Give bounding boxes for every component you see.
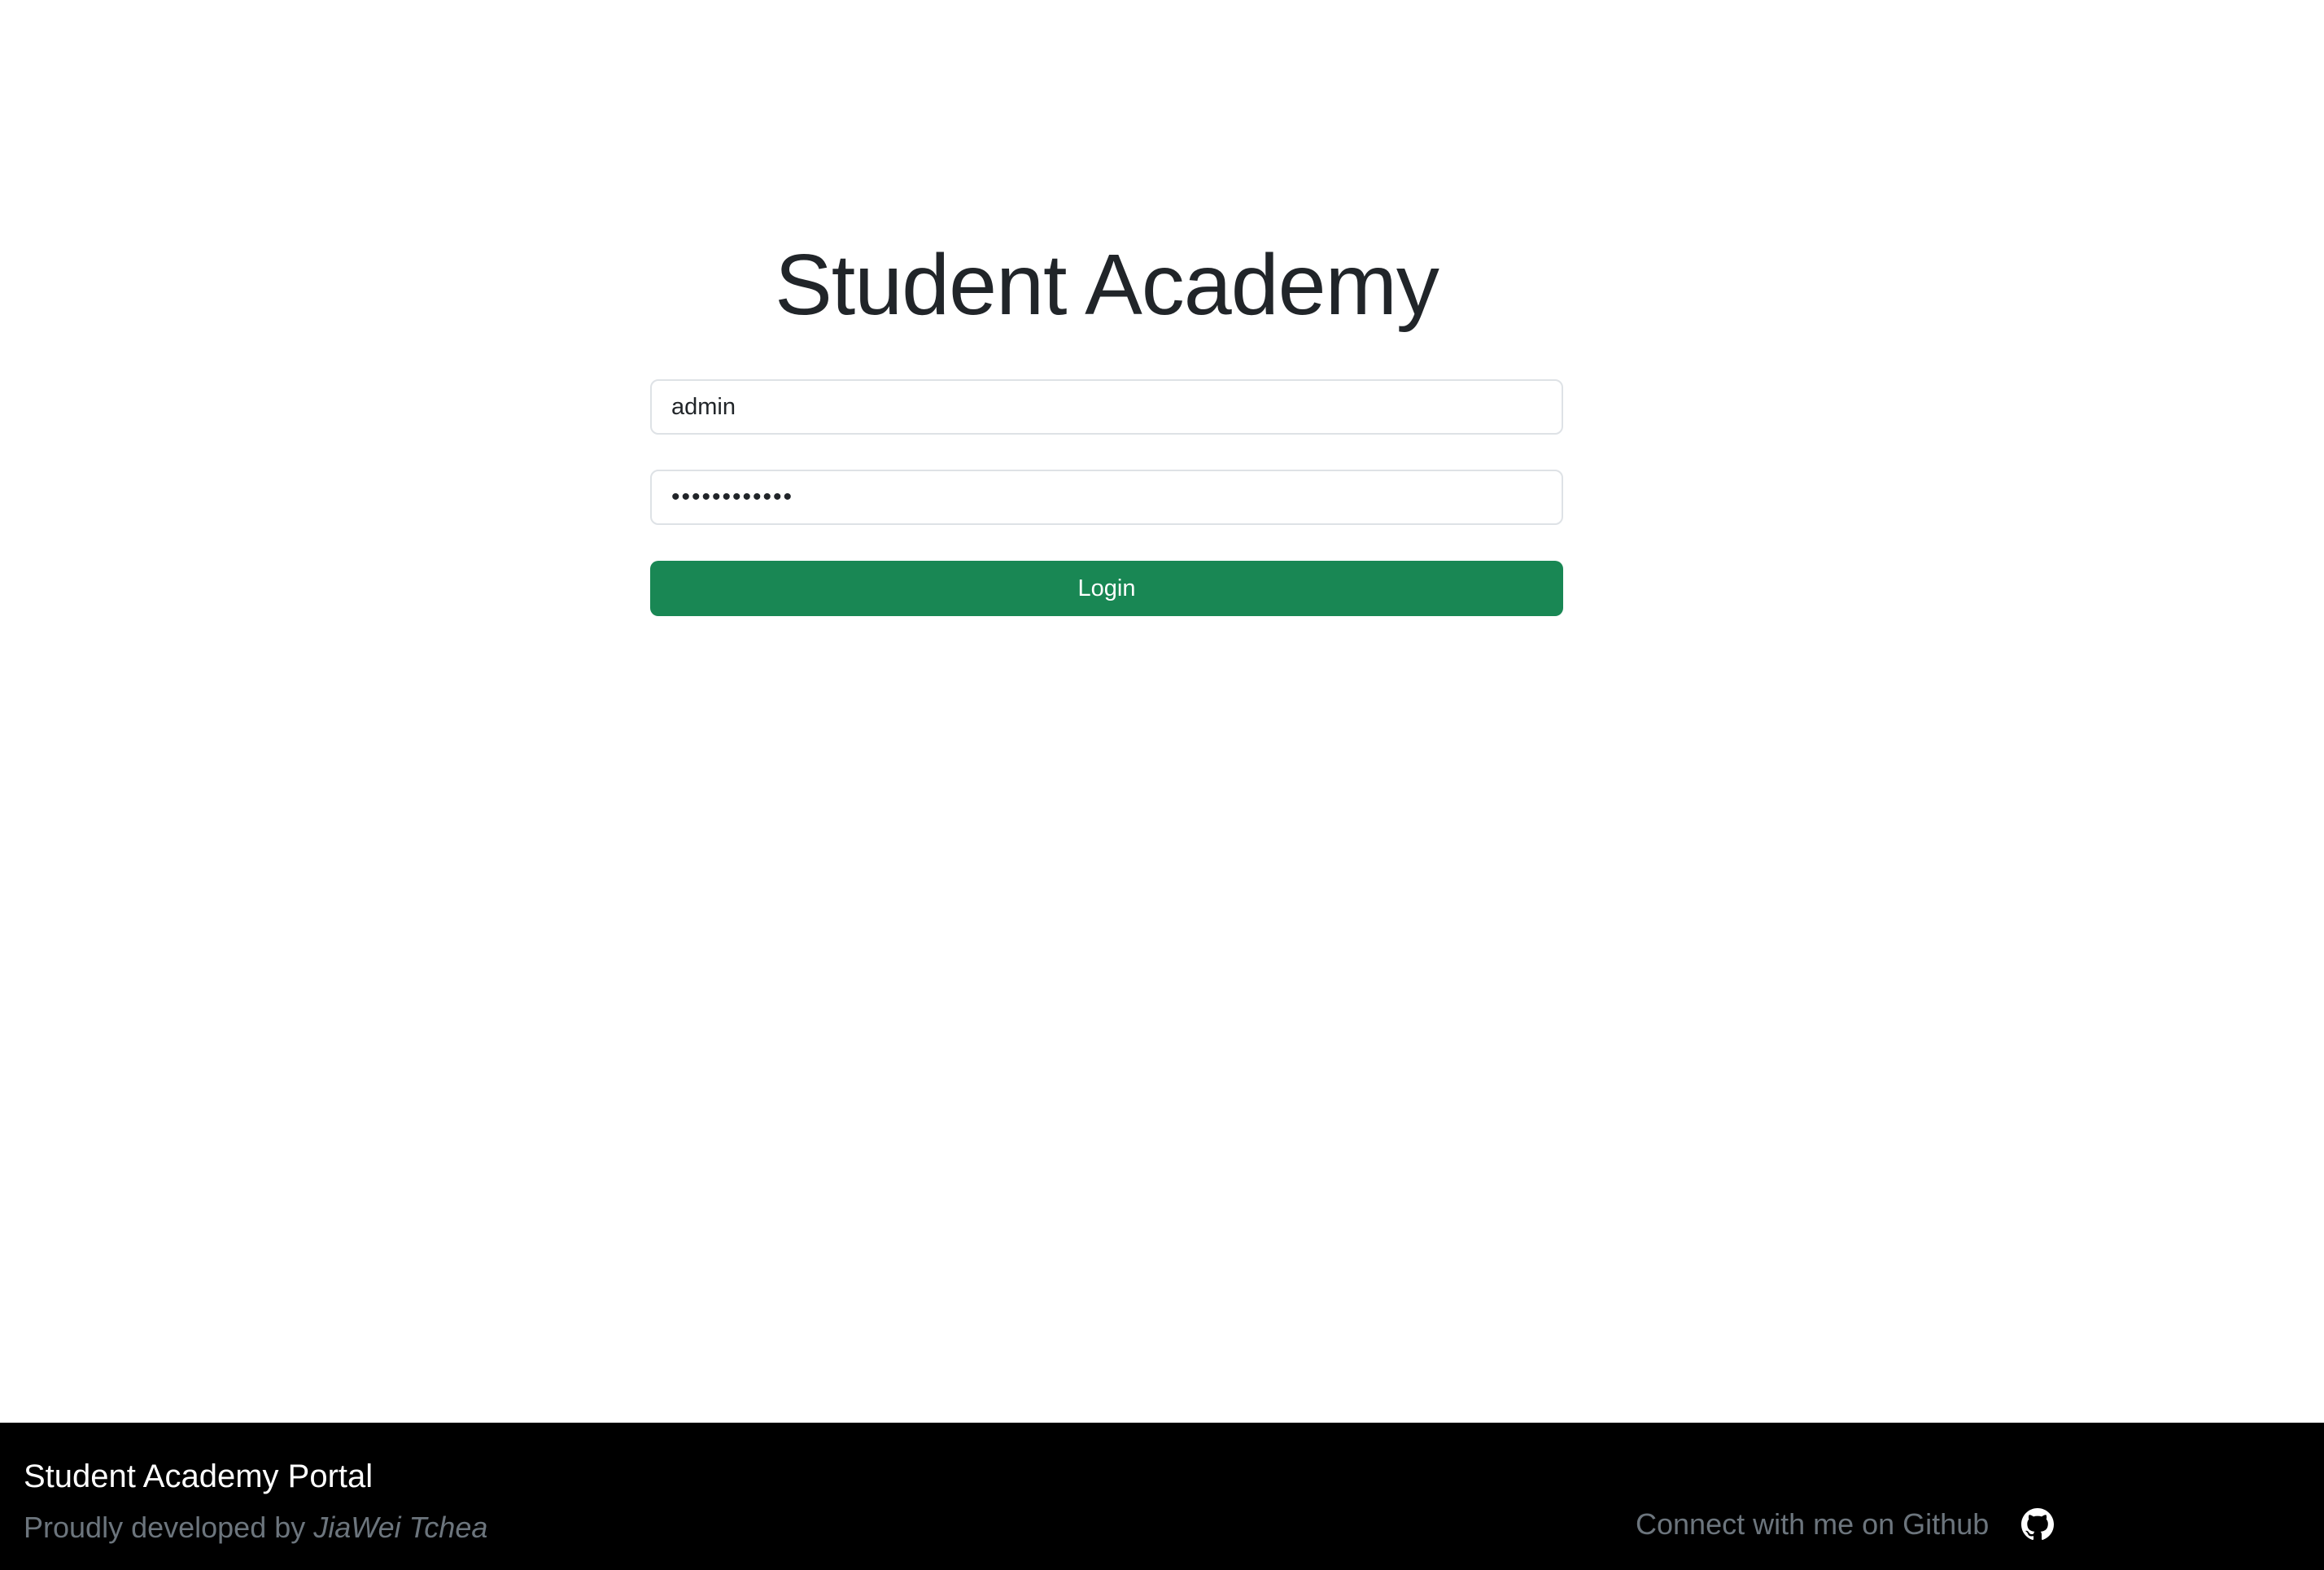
github-link[interactable]: Connect with me on Github: [1636, 1507, 1989, 1542]
footer-credit: Proudly developed by JiaWei Tchea: [24, 1511, 487, 1545]
page-title: Student Academy: [775, 237, 1439, 333]
credit-author: JiaWei Tchea: [313, 1511, 488, 1544]
page: Student Academy Login Student Academy Po…: [0, 0, 2324, 1570]
footer-title: Student Academy Portal: [24, 1458, 374, 1494]
login-button[interactable]: Login: [650, 561, 1563, 616]
footer: Student Academy Portal Proudly developed…: [0, 1423, 2324, 1570]
password-input[interactable]: [650, 470, 1563, 525]
login-form: Student Academy Login: [650, 228, 1563, 616]
username-input[interactable]: [650, 379, 1563, 435]
github-icon[interactable]: [2021, 1508, 2055, 1541]
credit-prefix: Proudly developed by: [24, 1511, 314, 1544]
footer-github: Connect with me on Github: [1636, 1507, 2055, 1542]
